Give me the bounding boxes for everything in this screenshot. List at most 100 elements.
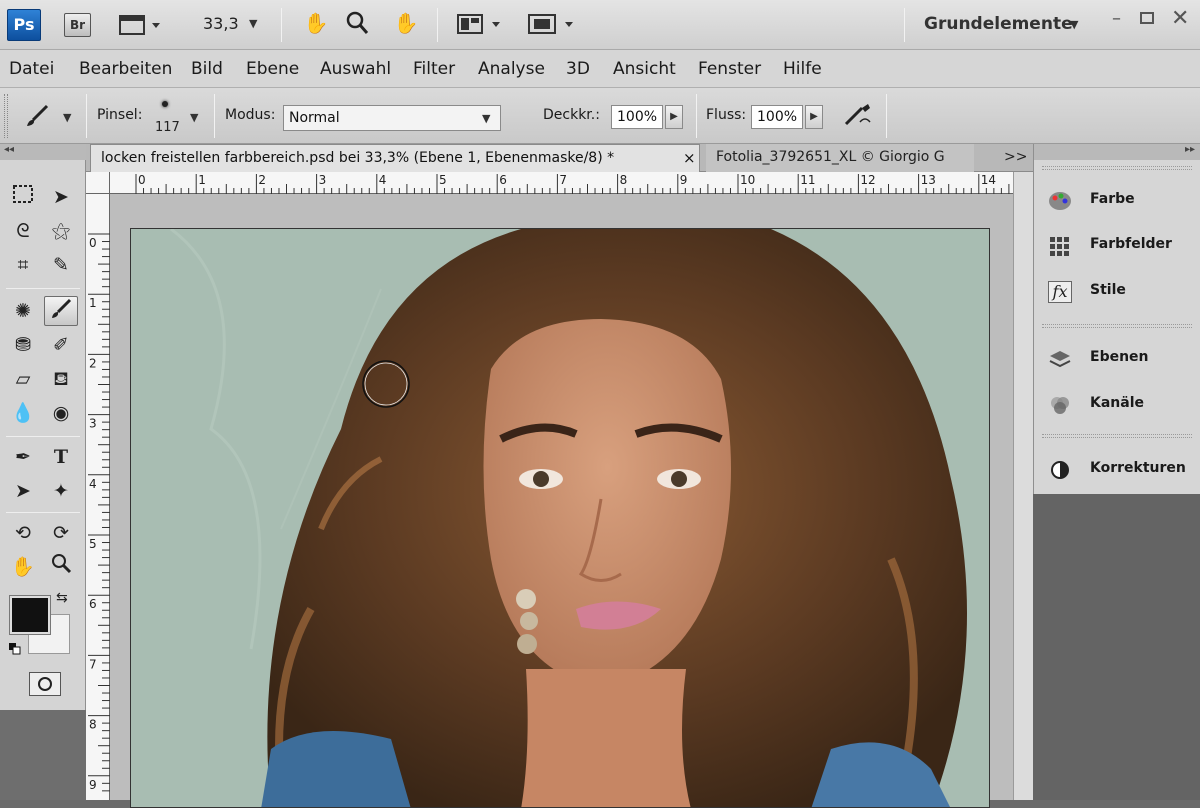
dock-expand-icon[interactable]: ▸▸ xyxy=(1034,144,1200,160)
3d-rotate-tool-icon[interactable]: ⟲ xyxy=(6,518,40,548)
document-tab-title: locken freistellen farbbereich.psd bei 3… xyxy=(101,150,615,166)
3d-orbit-tool-icon[interactable]: ⟳ xyxy=(44,518,78,548)
quick-mask-button[interactable] xyxy=(29,672,61,696)
paint-bucket-tool-icon[interactable]: ⛾ xyxy=(44,364,78,394)
ruler-label: 9 xyxy=(89,778,97,792)
arrange-documents-button[interactable] xyxy=(456,12,504,41)
swatches-icon xyxy=(1048,235,1072,257)
document-tab-active[interactable]: locken freistellen farbbereich.psd bei 3… xyxy=(90,144,700,172)
opacity-field[interactable]: 100% xyxy=(611,105,663,129)
custom-shape-tool-icon[interactable]: ✦ xyxy=(44,476,78,506)
airbrush-icon[interactable] xyxy=(840,100,874,135)
spot-healing-tool-icon[interactable]: ✺ xyxy=(6,296,40,326)
screen-mode-button[interactable] xyxy=(527,12,577,41)
zoom-level[interactable]: 33,3 xyxy=(203,14,239,33)
brush-tip-preview-icon[interactable] xyxy=(162,101,168,107)
panel-group-grip[interactable] xyxy=(1042,434,1192,438)
bridge-button[interactable]: Br xyxy=(64,13,91,37)
view-extras-button[interactable] xyxy=(118,12,162,38)
menu-datei[interactable]: Datei xyxy=(9,59,54,79)
menu-hilfe[interactable]: Hilfe xyxy=(783,59,822,79)
document-tab-bar: locken freistellen farbbereich.psd bei 3… xyxy=(86,144,1033,172)
lasso-tool-icon[interactable]: ᘓ xyxy=(6,216,40,246)
close-icon[interactable]: ✕ xyxy=(1171,6,1189,31)
tools-collapse-icon[interactable]: ◂◂ xyxy=(0,144,86,160)
hand-tool-icon[interactable]: ✋ xyxy=(6,552,40,582)
mode-select[interactable]: Normal ▼ xyxy=(283,105,501,131)
panel-ebenen[interactable]: Ebenen xyxy=(1044,344,1194,374)
tool-preset-chevron-down-icon[interactable]: ▼ xyxy=(63,111,71,124)
menu-bild[interactable]: Bild xyxy=(191,59,223,79)
rotate-view-icon[interactable]: ✋ xyxy=(392,11,420,35)
panel-farbfelder[interactable]: Farbfelder xyxy=(1044,231,1194,261)
brush-tool-icon[interactable] xyxy=(44,296,78,326)
flow-field[interactable]: 100% xyxy=(751,105,803,129)
dodge-tool-icon[interactable]: ◉ xyxy=(44,398,78,428)
brush-label: Pinsel: xyxy=(97,107,143,123)
menu-filter[interactable]: Filter xyxy=(413,59,455,79)
zoom-tool-icon[interactable] xyxy=(343,10,371,41)
palette-icon xyxy=(1048,190,1072,212)
default-colors-icon[interactable] xyxy=(9,640,21,655)
menu-ebene[interactable]: Ebene xyxy=(246,59,299,79)
tab-close-icon[interactable]: × xyxy=(683,149,696,167)
eyedropper-tool-icon[interactable]: ✎ xyxy=(44,250,78,280)
magic-wand-tool-icon[interactable]: ⚝ xyxy=(44,216,78,246)
options-bar: ▼ Pinsel: 117 ▼ Modus: Normal ▼ Deckkr.:… xyxy=(0,88,1200,144)
minimize-icon[interactable]: – xyxy=(1112,8,1121,29)
panel-farbe[interactable]: Farbe xyxy=(1044,186,1194,216)
tool-divider xyxy=(6,288,80,289)
mode-chevron-down-icon: ▼ xyxy=(482,112,491,125)
foreground-color-swatch[interactable] xyxy=(9,595,51,635)
restore-icon[interactable] xyxy=(1140,12,1154,24)
zoom-tool-icon[interactable] xyxy=(44,552,78,582)
document-canvas[interactable] xyxy=(130,228,990,808)
swap-colors-icon[interactable]: ⇆ xyxy=(56,590,68,606)
brush-picker-chevron-down-icon[interactable]: ▼ xyxy=(190,111,198,124)
menu-ansicht[interactable]: Ansicht xyxy=(613,59,676,79)
vertical-scrollbar[interactable] xyxy=(1013,172,1033,800)
panel-stile[interactable]: fx Stile xyxy=(1044,277,1194,307)
marquee-tool-icon[interactable] xyxy=(6,182,40,212)
eraser-tool-icon[interactable]: ▱ xyxy=(6,364,40,394)
move-tool-icon[interactable]: ➤ xyxy=(44,182,78,212)
filmstrip-icon xyxy=(119,15,160,35)
brush-size[interactable]: 117 xyxy=(155,120,180,135)
crop-tool-icon[interactable]: ⌗ xyxy=(6,250,40,280)
menu-3d[interactable]: 3D xyxy=(566,59,590,79)
vertical-ruler[interactable]: 0 1 2 3 4 5 6 7 8 9 xyxy=(86,194,110,800)
divider xyxy=(904,8,905,42)
divider xyxy=(886,94,887,138)
panel-kanaele[interactable]: Kanäle xyxy=(1044,390,1194,420)
workspace-chevron-down-icon[interactable]: ▼ xyxy=(1070,18,1078,31)
flow-slider-button[interactable]: ▶ xyxy=(805,105,823,129)
zoom-chevron-down-icon[interactable]: ▼ xyxy=(249,17,257,30)
ruler-origin[interactable] xyxy=(86,172,110,194)
menu-bearbeiten[interactable]: Bearbeiten xyxy=(79,59,172,79)
document-tab-inactive[interactable]: Fotolia_3792651_XL © Giorgio G xyxy=(706,144,974,172)
menu-auswahl[interactable]: Auswahl xyxy=(320,59,391,79)
ruler-label: 0 xyxy=(89,236,97,250)
ruler-label: 7 xyxy=(559,173,567,187)
blur-tool-icon[interactable]: 💧 xyxy=(6,398,40,428)
menu-fenster[interactable]: Fenster xyxy=(698,59,761,79)
horizontal-ruler[interactable]: 0 1 2 3 4 5 6 7 8 9 10 11 12 13 14 xyxy=(110,172,1013,194)
panel-group-grip[interactable] xyxy=(1042,324,1192,328)
photoshop-logo[interactable]: Ps xyxy=(7,9,41,41)
vertical-ruler-ticks: 0 1 2 3 4 5 6 7 8 9 xyxy=(88,233,110,792)
panel-group-grip[interactable] xyxy=(1042,166,1192,170)
panel-korrekturen[interactable]: Korrekturen xyxy=(1044,455,1194,485)
layers-icon xyxy=(1048,348,1072,370)
tabs-overflow-icon[interactable]: >> xyxy=(1004,149,1027,165)
workspace-switcher[interactable]: Grundelemente xyxy=(924,14,1073,34)
tool-preset-brush-icon[interactable] xyxy=(22,102,52,135)
pen-tool-icon[interactable]: ✒ xyxy=(6,442,40,472)
hand-tool-icon[interactable]: ✋ xyxy=(302,11,330,35)
type-tool-icon[interactable]: T xyxy=(44,442,78,472)
clone-stamp-tool-icon[interactable]: ⛃ xyxy=(6,330,40,360)
panel-label: Ebenen xyxy=(1090,349,1149,365)
history-brush-tool-icon[interactable]: ✐ xyxy=(44,330,78,360)
menu-analyse[interactable]: Analyse xyxy=(478,59,545,79)
path-selection-tool-icon[interactable]: ➤ xyxy=(6,476,40,506)
opacity-slider-button[interactable]: ▶ xyxy=(665,105,683,129)
